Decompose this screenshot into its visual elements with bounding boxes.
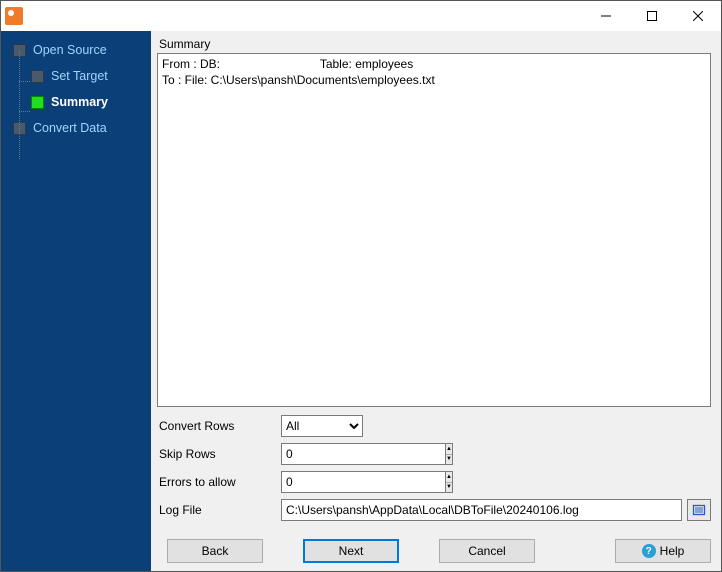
summary-from-line: From : DB: Table: employees: [162, 57, 413, 71]
step-box-icon: [31, 70, 44, 83]
app-icon: [5, 7, 23, 25]
errors-down[interactable]: ▼: [446, 483, 452, 493]
browse-icon: [692, 503, 706, 517]
convert-rows-select[interactable]: All: [281, 415, 363, 437]
maximize-icon: [647, 11, 657, 21]
content-pane: Summary From : DB: Table: employees To :…: [151, 31, 721, 571]
minimize-icon: [601, 11, 611, 21]
close-icon: [693, 11, 703, 21]
step-label: Summary: [51, 95, 108, 109]
step-set-target[interactable]: Set Target: [1, 63, 151, 89]
step-label: Open Source: [33, 43, 107, 57]
summary-textbox[interactable]: From : DB: Table: employees To : File: C…: [157, 53, 711, 407]
step-convert-data[interactable]: Convert Data: [1, 115, 151, 141]
next-button[interactable]: Next: [303, 539, 399, 563]
errors-input[interactable]: [281, 471, 445, 493]
help-label: Help: [660, 544, 685, 558]
skip-rows-input[interactable]: [281, 443, 445, 465]
logfile-label: Log File: [157, 503, 281, 517]
skip-rows-label: Skip Rows: [157, 447, 281, 461]
window-controls: [583, 1, 721, 31]
close-button[interactable]: [675, 1, 721, 31]
minimize-button[interactable]: [583, 1, 629, 31]
convert-rows-label: Convert Rows: [157, 419, 281, 433]
logfile-browse-button[interactable]: [687, 499, 711, 521]
wizard-sidebar: Open Source Set Target Summary Convert D…: [1, 31, 151, 571]
maximize-button[interactable]: [629, 1, 675, 31]
errors-up[interactable]: ▲: [446, 472, 452, 483]
step-open-source[interactable]: Open Source: [1, 37, 151, 63]
cancel-button[interactable]: Cancel: [439, 539, 535, 563]
help-button[interactable]: ? Help: [615, 539, 711, 563]
titlebar: [1, 1, 721, 31]
help-icon: ?: [642, 544, 656, 558]
button-bar: Back Next Cancel ? Help: [157, 527, 711, 563]
summary-heading: Summary: [157, 37, 711, 51]
step-box-icon: [31, 96, 44, 109]
step-label: Set Target: [51, 69, 108, 83]
step-label: Convert Data: [33, 121, 107, 135]
errors-label: Errors to allow: [157, 475, 281, 489]
skip-rows-down[interactable]: ▼: [446, 455, 452, 465]
summary-to-line: To : File: C:\Users\pansh\Documents\empl…: [162, 73, 435, 87]
logfile-input[interactable]: [281, 499, 682, 521]
skip-rows-up[interactable]: ▲: [446, 444, 452, 455]
options-form: Convert Rows All Skip Rows ▲ ▼ Errors to…: [157, 407, 711, 527]
back-button[interactable]: Back: [167, 539, 263, 563]
